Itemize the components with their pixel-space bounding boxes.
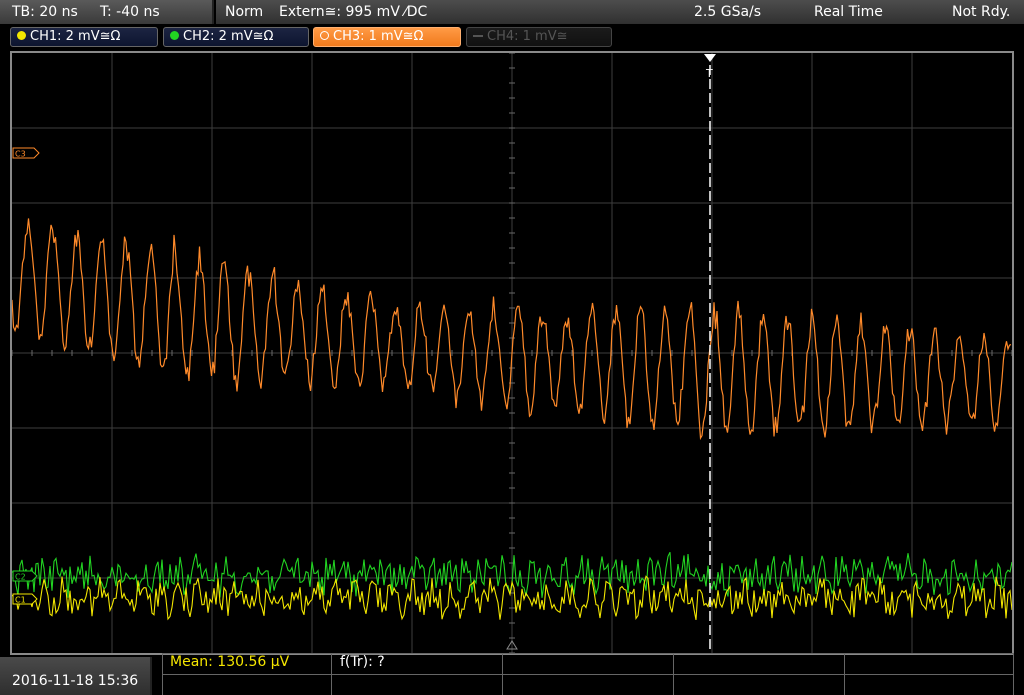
mean-measurement-value: Mean: 130.56 µV [170, 654, 290, 670]
measurement-cell[interactable] [331, 674, 503, 695]
acquisition-status-panel[interactable]: Norm Extern≅: 995 mV ⁄DC 2.5 GSa/s Real … [216, 0, 1024, 24]
channel-1-button[interactable]: CH1: 2 mV≅Ω [10, 27, 158, 47]
channel-3-indicator-icon [320, 31, 329, 40]
top-status-bar: TB: 20 ns T: -40 ns Norm Extern≅: 995 mV… [0, 0, 1024, 24]
channel-1-indicator-icon [17, 31, 26, 40]
measurement-cell[interactable] [673, 653, 845, 675]
acquisition-mode-label: Real Time [814, 4, 883, 20]
measurement-cell[interactable] [673, 674, 845, 695]
measurement-cell[interactable] [162, 674, 332, 695]
channel-bar: CH1: 2 mV≅Ω CH2: 2 mV≅Ω CH3: 1 mV≅Ω CH4:… [0, 24, 1024, 50]
channel-2-marker-label: C2 [15, 573, 26, 582]
channel-2-label: CH2: 2 mV≅Ω [183, 29, 274, 44]
trigger-mode-label: Norm [225, 4, 264, 20]
ready-status-label: Not Rdy. [952, 4, 1011, 20]
channel-3-label: CH3: 1 mV≅Ω [333, 29, 424, 44]
trigger-marker-label: T [705, 67, 713, 80]
measurement-cell[interactable] [844, 674, 1014, 695]
channel-1-label: CH1: 2 mV≅Ω [30, 29, 121, 44]
sample-rate-label: 2.5 GSa/s [694, 4, 762, 20]
channel-1-offset-marker[interactable]: C1 [12, 593, 38, 605]
channel-4-off-icon [473, 35, 483, 37]
channel-2-indicator-icon [170, 31, 179, 40]
trigger-position-icon [704, 54, 716, 62]
trigger-offset-label: T: -40 ns [100, 4, 160, 20]
channel-3-offset-marker[interactable]: C3 [12, 147, 40, 159]
channel-4-button[interactable]: CH4: 1 mV≅ [466, 27, 612, 47]
timebase-label: TB: 20 ns [12, 4, 78, 20]
trigger-frequency-measurement: f(Tr): ? [340, 654, 385, 670]
channel-3-marker-label: C3 [15, 150, 26, 159]
channel-3-button[interactable]: CH3: 1 mV≅Ω [313, 27, 461, 47]
channel-1-marker-label: C1 [15, 596, 26, 605]
measurement-table[interactable] [162, 651, 1014, 695]
measurement-cell[interactable] [502, 674, 674, 695]
measurement-cell[interactable] [502, 653, 674, 675]
channel-4-label: CH4: 1 mV≅ [487, 29, 568, 44]
datetime-label: 2016-11-18 15:36 [12, 673, 139, 689]
measurement-cell[interactable] [844, 653, 1014, 675]
channel-2-offset-marker[interactable]: C2 [12, 570, 38, 582]
channel-2-button[interactable]: CH2: 2 mV≅Ω [163, 27, 309, 47]
waveform-display[interactable]: T C3 C2 C1 [12, 53, 1012, 653]
trigger-source-label: Extern≅: 995 mV ⁄DC [279, 4, 428, 20]
timebase-panel[interactable]: TB: 20 ns T: -40 ns [0, 0, 214, 24]
datetime-panel: 2016-11-18 15:36 [0, 657, 152, 695]
